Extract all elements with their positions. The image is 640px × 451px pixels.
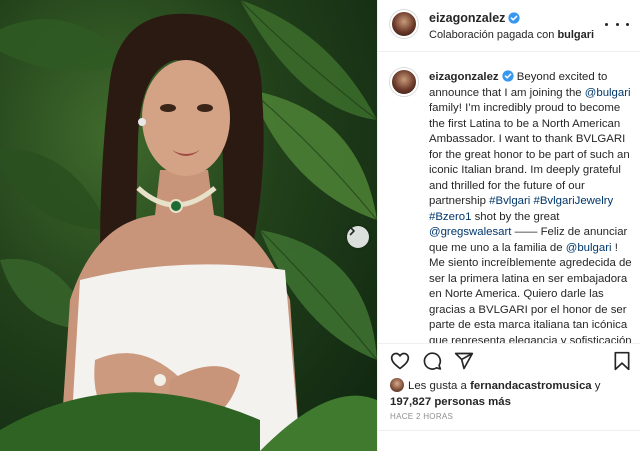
caption-text-segment: ! Me siento increíblemente agredecida de… bbox=[429, 241, 632, 344]
mention-link[interactable]: @bulgari bbox=[566, 242, 612, 254]
likes-prefix: Les gusta a bbox=[408, 380, 471, 392]
caption-text-segment: family! I’m incredibly proud to become t… bbox=[429, 86, 634, 207]
paid-partnership-brand[interactable]: bulgari bbox=[557, 29, 594, 41]
author-username[interactable]: eizagonzalez bbox=[429, 11, 505, 25]
verified-badge-icon bbox=[508, 12, 521, 24]
author-avatar[interactable] bbox=[390, 10, 418, 38]
likes-middle: y bbox=[591, 380, 601, 392]
liker-avatar[interactable] bbox=[390, 378, 404, 392]
mention-link[interactable]: @gregswalesart bbox=[429, 226, 511, 238]
post-actions bbox=[378, 344, 640, 378]
verified-badge-icon bbox=[502, 70, 514, 82]
caption-username[interactable]: eizagonzalez bbox=[429, 71, 499, 83]
chevron-right-icon bbox=[349, 226, 355, 236]
photo-illustration bbox=[0, 0, 377, 451]
likes-summary: Les gusta a fernandacastromusica y 197,8… bbox=[390, 378, 635, 410]
caption-text: eizagonzalez Beyond excited to announce … bbox=[429, 70, 634, 344]
paid-partnership-label: Colaboración pagada con bulgari bbox=[429, 29, 594, 41]
post-photo[interactable] bbox=[0, 0, 377, 451]
post-detail-panel: eizagonzalez Colaboración pagada con bul… bbox=[377, 0, 640, 451]
more-options-icon[interactable] bbox=[605, 14, 629, 34]
bookmark-icon[interactable] bbox=[613, 351, 631, 371]
comment-box[interactable] bbox=[378, 430, 640, 451]
next-photo-button[interactable] bbox=[347, 226, 369, 248]
share-icon[interactable] bbox=[454, 351, 474, 371]
caption-text-segment bbox=[613, 195, 616, 207]
caption-section: eizagonzalez Beyond excited to announce … bbox=[378, 52, 640, 344]
mention-link[interactable]: @bulgari bbox=[585, 87, 631, 99]
post-header: eizagonzalez Colaboración pagada con bul… bbox=[378, 0, 640, 52]
heart-icon[interactable] bbox=[390, 351, 410, 371]
comment-icon[interactable] bbox=[422, 351, 442, 371]
author-username-row: eizagonzalez bbox=[429, 11, 521, 25]
paid-partnership-prefix: Colaboración pagada con bbox=[429, 29, 558, 41]
hashtag-link[interactable]: #Bvlgari bbox=[489, 195, 530, 207]
hashtag-link[interactable]: #Bzero1 bbox=[429, 211, 471, 223]
likes-user[interactable]: fernandacastromusica bbox=[470, 380, 592, 392]
caption-text-segment: shot by the great bbox=[471, 210, 563, 223]
caption-author-avatar[interactable] bbox=[390, 68, 418, 96]
likes-count[interactable]: 197,827 personas más bbox=[390, 396, 511, 408]
post-timestamp[interactable]: HACE 2 HORAS bbox=[390, 412, 453, 421]
hashtag-link[interactable]: #BvlgariJewelry bbox=[533, 195, 613, 207]
